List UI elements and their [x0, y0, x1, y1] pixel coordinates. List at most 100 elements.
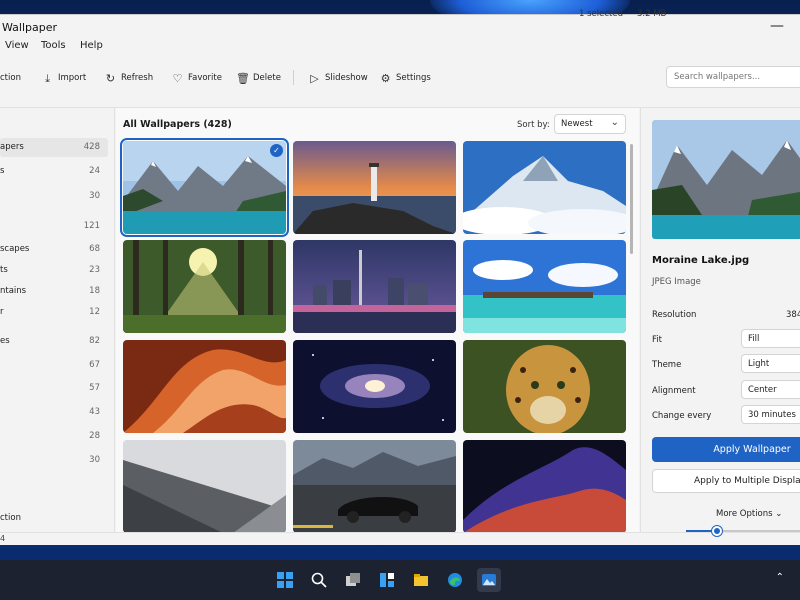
taskbar-widgets[interactable]: [375, 568, 399, 592]
thumbnail-tropical-overwater-bungalows[interactable]: [463, 240, 626, 333]
fit-select[interactable]: Fill: [741, 329, 800, 348]
details-panel: Moraine Lake.jpg JPEG Image Resolution 3…: [640, 108, 800, 532]
sidebar-item-count: 82: [89, 336, 100, 346]
thumbnail-lighthouse-sunset[interactable]: [293, 141, 456, 234]
folder-icon: [414, 574, 428, 586]
thumbnail-architecture-abstract[interactable]: [123, 440, 286, 533]
sidebar-item-count: 57: [89, 383, 100, 393]
thumbnail-lake-mountains[interactable]: ✓: [120, 138, 289, 237]
title-bar: Wallpaper —: [0, 15, 800, 39]
taskbar-wallpaper-app[interactable]: [477, 568, 501, 592]
menu-view[interactable]: View: [5, 40, 29, 51]
abstract-waves-image: [463, 440, 626, 533]
zoom-slider-handle[interactable]: [711, 526, 722, 536]
sidebar-item-all-wallpapers[interactable]: apers 428: [0, 138, 108, 157]
wallpaper-app-icon: [482, 574, 496, 586]
refresh-icon: ↻: [105, 71, 116, 85]
gear-icon: ⚙: [380, 71, 391, 85]
thumbnail-snowy-peak[interactable]: [463, 141, 626, 234]
taskbar-file-explorer[interactable]: [409, 568, 433, 592]
zoom-slider[interactable]: [686, 526, 800, 536]
alignment-select[interactable]: Center: [741, 380, 800, 399]
tropical-bungalows-image: [463, 240, 626, 333]
sidebar-item-label: r: [0, 307, 4, 317]
sidebar-item-count: 43: [89, 407, 100, 417]
more-options-button[interactable]: More Options ⌄: [716, 509, 782, 519]
sidebar-item-mountains[interactable]: ntains 18: [0, 282, 108, 301]
sidebar-item[interactable]: r 12: [0, 303, 108, 322]
trash-icon: 🗑: [236, 71, 250, 85]
gallery: All Wallpapers (428) Sort by: Newest ⌄ ✓: [116, 108, 639, 533]
search-box[interactable]: [666, 66, 800, 88]
architecture-image: [123, 440, 286, 533]
taskbar-task-view[interactable]: [341, 568, 365, 592]
apply-wallpaper-button[interactable]: Apply Wallpaper: [652, 437, 800, 462]
taskbar: ⌃: [0, 560, 800, 600]
sidebar-item[interactable]: 30: [0, 187, 108, 206]
thumbnail-spiral-galaxy[interactable]: [293, 340, 456, 433]
city-skyline-image: [293, 240, 456, 333]
status-file-size: 3.2 MB: [637, 9, 667, 19]
preview-image: [652, 120, 800, 239]
forest-sunbeams-image: [123, 240, 286, 333]
change-every-select[interactable]: 30 minutes: [741, 405, 800, 424]
minimize-button[interactable]: —: [770, 18, 784, 34]
settings-label: Settings: [396, 73, 431, 83]
taskbar-edge[interactable]: [443, 568, 467, 592]
sidebar-item[interactable]: 121: [0, 217, 108, 236]
sidebar-item[interactable]: 57: [0, 379, 108, 398]
app-window: Wallpaper — View Tools Help ction ⤓ Impor…: [0, 14, 800, 545]
new-collection-link[interactable]: ction: [0, 513, 21, 523]
sidebar-item[interactable]: es 82: [0, 332, 108, 351]
thumbnail-city-skyline-night[interactable]: [293, 240, 456, 333]
thumbnail-sports-car-road[interactable]: [293, 440, 456, 533]
start-button[interactable]: [273, 568, 297, 592]
favorite-button[interactable]: ♡ Favorite: [171, 70, 222, 86]
search-input[interactable]: [674, 72, 794, 82]
sidebar-item[interactable]: 30: [0, 451, 108, 470]
sort-dropdown[interactable]: Newest ⌄: [554, 114, 626, 134]
taskbar-search[interactable]: [307, 568, 331, 592]
tray-overflow-icon[interactable]: ⌃: [776, 572, 784, 583]
gallery-scrollbar[interactable]: [630, 144, 633, 254]
sidebar-item-count: 30: [89, 455, 100, 465]
apply-multiple-displays-button[interactable]: Apply to Multiple Display: [652, 469, 800, 493]
alignment-value: Center: [748, 385, 777, 395]
status-selected: 1 selected: [579, 9, 623, 19]
new-collection-button[interactable]: ction: [0, 70, 21, 86]
new-collection-label: ction: [0, 73, 21, 83]
sidebar-item-label: es: [0, 336, 10, 346]
menu-tools[interactable]: Tools: [41, 40, 66, 51]
download-icon: ⤓: [45, 71, 50, 85]
status-bar: 4: [0, 532, 800, 545]
sidebar-item[interactable]: 43: [0, 403, 108, 422]
thumbnail-leopard[interactable]: [463, 340, 626, 433]
snowy-peak-image: [463, 141, 626, 234]
thumbnail-forest-sunbeams[interactable]: [123, 240, 286, 333]
chevron-down-icon: ⌄: [775, 509, 783, 519]
sidebar-item-count: 30: [89, 191, 100, 201]
theme-select[interactable]: Light: [741, 354, 800, 373]
sidebar-item[interactable]: s 24: [0, 162, 108, 181]
sidebar-item-count: 121: [83, 221, 100, 231]
lighthouse-sunset-image: [293, 141, 456, 234]
thumbnail-slot-canyon[interactable]: [123, 340, 286, 433]
sidebar-item-count: 18: [89, 286, 100, 296]
sidebar-item-count: 28: [89, 431, 100, 441]
sidebar-item-forests[interactable]: ts 23: [0, 261, 108, 280]
sidebar-item[interactable]: 67: [0, 356, 108, 375]
thumbnail-abstract-waves[interactable]: [463, 440, 626, 533]
file-name: Moraine Lake.jpg: [652, 255, 750, 266]
import-button[interactable]: ⤓ Import: [41, 70, 86, 86]
refresh-button[interactable]: ↻ Refresh: [104, 70, 153, 86]
alignment-label: Alignment: [652, 386, 696, 396]
slideshow-label: Slideshow: [325, 73, 368, 83]
sort-value: Newest: [561, 119, 593, 129]
menu-help[interactable]: Help: [80, 40, 103, 51]
sidebar-item[interactable]: 28: [0, 427, 108, 446]
sidebar-item-landscapes[interactable]: scapes 68: [0, 240, 108, 259]
delete-button[interactable]: 🗑 Delete: [236, 70, 281, 86]
change-every-label: Change every: [652, 411, 712, 421]
slideshow-button[interactable]: ▷ Slideshow: [308, 70, 368, 86]
settings-button[interactable]: ⚙ Settings: [379, 70, 431, 86]
